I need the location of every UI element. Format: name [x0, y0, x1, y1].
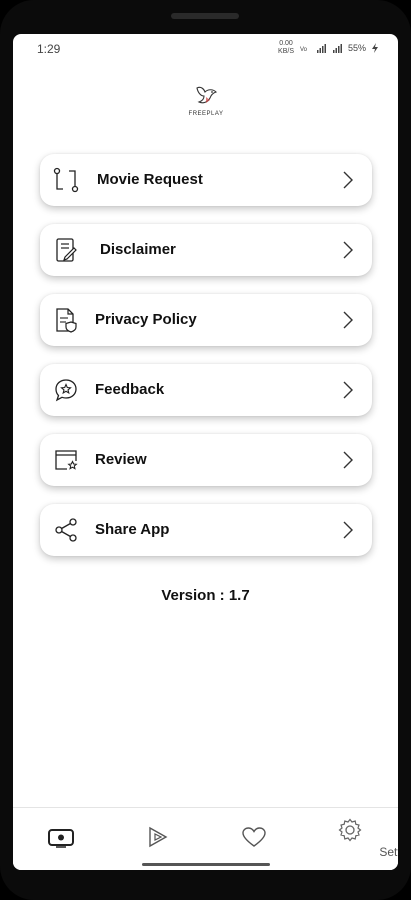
menu-label-privacy-policy: Privacy Policy	[95, 311, 197, 328]
nav-setting[interactable]: Setting	[302, 808, 398, 868]
bottom-navigation: Setting	[13, 807, 398, 870]
speaker-grille	[171, 13, 239, 19]
screen: 1:29 0.00 KB/S Vo 55% FREEPLAY Movie Req…	[13, 34, 398, 870]
speed-value: 0.00	[279, 40, 293, 47]
document-pen-icon	[56, 238, 77, 262]
network-speed: 0.00 KB/S	[278, 40, 294, 56]
chevron-right-icon	[343, 381, 353, 399]
svg-text:Vo: Vo	[300, 47, 308, 53]
review-button[interactable]: Review	[40, 434, 372, 486]
play-icon	[149, 826, 168, 848]
chevron-right-icon	[343, 311, 353, 329]
menu-label-movie-request: Movie Request	[97, 171, 203, 188]
heart-icon	[242, 827, 266, 847]
privacy-policy-button[interactable]: Privacy Policy	[40, 294, 372, 346]
menu-label-review: Review	[95, 451, 147, 468]
menu-label-feedback: Feedback	[95, 381, 165, 398]
phone-frame: 1:29 0.00 KB/S Vo 55% FREEPLAY Movie Req…	[0, 0, 411, 900]
menu-label-share-app: Share App	[95, 521, 170, 538]
disclaimer-button[interactable]: Disclaimer	[40, 224, 372, 276]
status-icons: 0.00 KB/S Vo 55%	[278, 40, 378, 56]
nav-play[interactable]	[109, 808, 205, 868]
signal-4g-icon	[332, 44, 342, 53]
charging-icon	[372, 43, 378, 53]
document-shield-icon	[56, 308, 77, 333]
menu-label-disclaimer: Disclaimer	[100, 241, 176, 258]
bird-icon	[196, 86, 218, 104]
status-bar: 1:29 0.00 KB/S Vo 55%	[13, 34, 398, 62]
chevron-right-icon	[343, 241, 353, 259]
battery-percent: 55%	[347, 43, 366, 53]
feedback-button[interactable]: Feedback	[40, 364, 372, 416]
gear-icon	[338, 818, 362, 842]
signal-icon	[316, 44, 326, 53]
tv-icon	[48, 829, 74, 848]
window-star-icon	[55, 450, 78, 470]
home-indicator	[142, 863, 270, 866]
nav-setting-label: Setting	[379, 845, 398, 859]
route-icon	[53, 167, 79, 193]
nav-favorites[interactable]	[205, 808, 301, 868]
nav-tv[interactable]	[13, 808, 109, 868]
share-app-button[interactable]: Share App	[40, 504, 372, 556]
movie-request-button[interactable]: Movie Request	[40, 154, 372, 206]
app-version: Version : 1.7	[161, 587, 250, 604]
logo-text: FREEPLAY	[188, 111, 224, 117]
chevron-right-icon	[343, 521, 353, 539]
share-icon	[55, 518, 77, 542]
speed-unit: KB/S	[278, 48, 294, 55]
chat-star-icon	[55, 379, 77, 402]
chevron-right-icon	[343, 171, 353, 189]
volte-icon: Vo	[300, 47, 308, 53]
status-time: 1:29	[37, 42, 61, 56]
chevron-right-icon	[343, 451, 353, 469]
app-logo: FREEPLAY	[185, 82, 227, 117]
